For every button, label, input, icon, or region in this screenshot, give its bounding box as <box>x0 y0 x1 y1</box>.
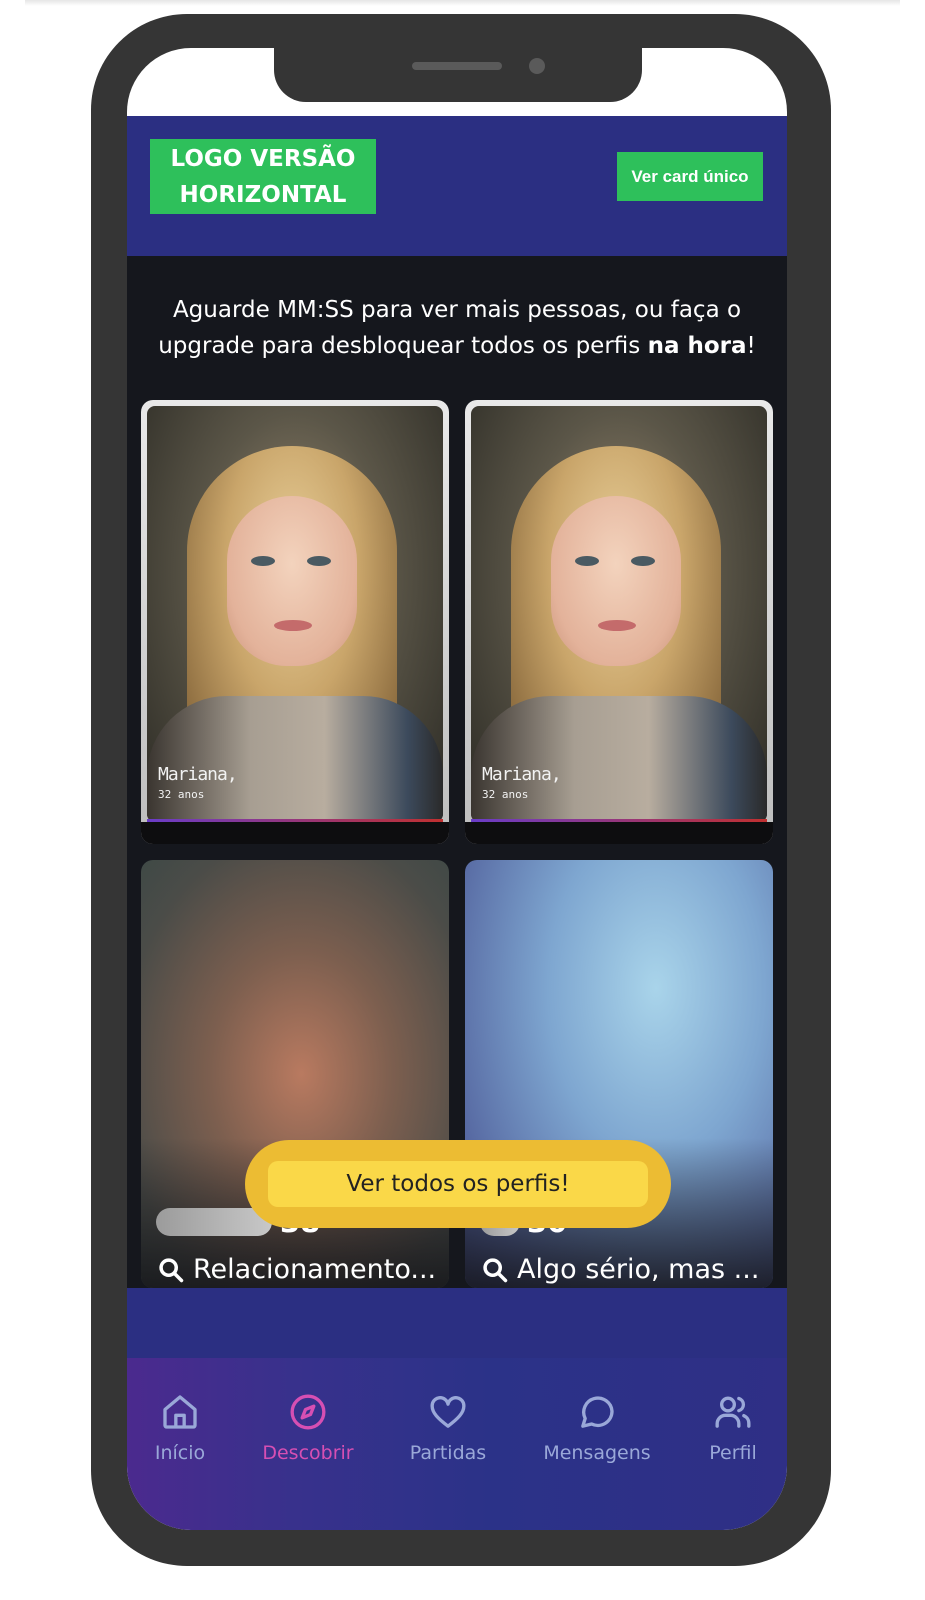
photo-lips <box>598 620 636 631</box>
notice-line-1: Aguarde MM:SS para ver mais pessoas, ou … <box>172 297 742 323</box>
card-footer <box>465 822 773 844</box>
nav-item-home[interactable]: Início <box>127 1392 240 1464</box>
photo-lips <box>274 620 312 631</box>
nav-item-profile[interactable]: Perfil <box>673 1392 787 1464</box>
card-footer <box>141 822 449 844</box>
search-icon <box>159 1257 184 1282</box>
notice-line-2: upgrade para desbloquear todos os perfis… <box>127 328 787 364</box>
top-shadow <box>25 0 900 6</box>
profile-age: 32 anos <box>158 788 205 801</box>
front-camera <box>529 58 545 74</box>
single-card-view-button[interactable]: Ver card único <box>617 152 763 201</box>
photo-face <box>551 496 681 666</box>
notice-emphasis: na hora <box>647 333 747 359</box>
bottom-band <box>127 1288 787 1358</box>
nav-label: Início <box>154 1442 206 1464</box>
profile-age: 32 anos <box>482 788 529 801</box>
photo-eye-right <box>307 556 331 566</box>
see-all-profiles-button[interactable]: Ver todos os perfis! <box>245 1140 671 1228</box>
profile-name: Mariana, <box>158 764 238 785</box>
nav-item-messages[interactable]: Mensagens <box>537 1392 657 1464</box>
nav-label: Partidas <box>409 1442 487 1464</box>
photo-eye-left <box>575 556 599 566</box>
notice-line-2-text: upgrade para desbloquear todos os perfis <box>158 333 648 359</box>
relationship-intent: Algo sério, mas ... <box>481 1254 759 1285</box>
intent-text: Relacionamento... <box>193 1254 437 1285</box>
see-all-profiles-label: Ver todos os perfis! <box>268 1161 648 1207</box>
nav-label: Perfil <box>709 1442 757 1464</box>
relationship-intent: Relacionamento... <box>157 1254 436 1285</box>
discover-content: Aguarde MM:SS para ver mais pessoas, ou … <box>127 256 787 1288</box>
heart-icon <box>430 1396 466 1428</box>
photo-shoulders <box>471 696 767 822</box>
profile-name: Mariana, <box>482 764 562 785</box>
wait-notice: Aguarde MM:SS para ver mais pessoas, ou … <box>127 292 787 364</box>
profile-card[interactable]: Mariana, 32 anos <box>141 400 449 844</box>
logo-placeholder: LOGO VERSÃO HORIZONTAL <box>150 139 376 214</box>
speaker-grille <box>412 62 502 70</box>
search-icon <box>483 1257 508 1282</box>
profile-photo: Mariana, 32 anos <box>147 406 443 822</box>
phone-frame: LOGO VERSÃO HORIZONTAL Ver card único Ag… <box>91 14 831 1566</box>
photo-shoulders <box>147 696 443 822</box>
users-icon <box>715 1396 751 1428</box>
app-header: LOGO VERSÃO HORIZONTAL Ver card único <box>127 116 787 256</box>
nav-item-discover[interactable]: Descobrir <box>248 1392 368 1464</box>
nav-label: Mensagens <box>543 1442 651 1464</box>
chat-bubble-icon <box>581 1396 614 1428</box>
bottom-navigation: Início Descobrir Partidas Mensagens Perf… <box>127 1358 787 1530</box>
intent-text: Algo sério, mas ... <box>517 1254 760 1285</box>
nav-label: Descobrir <box>262 1442 354 1464</box>
nav-item-matches[interactable]: Partidas <box>388 1392 508 1464</box>
profile-card[interactable]: Mariana, 32 anos <box>465 400 773 844</box>
notice-exclamation: ! <box>746 333 756 359</box>
phone-screen: LOGO VERSÃO HORIZONTAL Ver card único Ag… <box>127 48 787 1530</box>
home-icon <box>163 1395 197 1429</box>
photo-face <box>227 496 357 666</box>
photo-eye-left <box>251 556 275 566</box>
compass-icon <box>290 1394 326 1430</box>
profile-photo: Mariana, 32 anos <box>471 406 767 822</box>
phone-notch <box>274 48 642 102</box>
photo-eye-right <box>631 556 655 566</box>
